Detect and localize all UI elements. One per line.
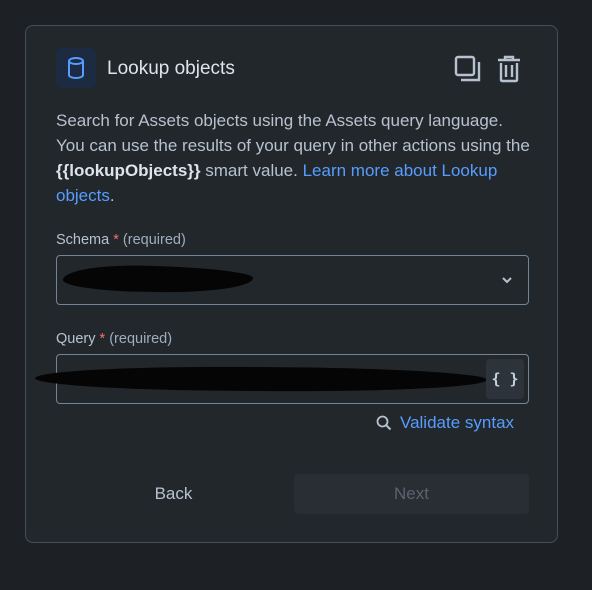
duplicate-button[interactable] [451, 52, 485, 86]
copy-icon [454, 55, 481, 82]
validate-syntax-button[interactable]: Validate syntax [376, 413, 514, 433]
delete-button[interactable] [492, 52, 526, 86]
required-asterisk: * [99, 331, 106, 347]
back-button[interactable]: Back [56, 474, 291, 514]
panel-title: Lookup objects [107, 58, 235, 79]
required-text: (required) [122, 232, 186, 248]
panel-header: Lookup objects [56, 48, 526, 90]
code-braces-icon: { } [491, 370, 519, 388]
database-icon [56, 48, 96, 88]
trash-icon [498, 55, 520, 83]
query-input[interactable]: { } [34, 354, 529, 404]
smart-value: {{lookupObjects}} [56, 161, 201, 180]
schema-label-text: Schema [56, 232, 110, 248]
required-asterisk: * [113, 232, 119, 248]
redacted-schema-value [62, 264, 254, 294]
next-button[interactable]: Next [294, 474, 529, 514]
description-text: Search for Assets objects using the Asse… [56, 108, 536, 208]
lookup-objects-panel: Lookup objects Search for Assets objects… [25, 25, 558, 543]
chevron-down-icon [502, 277, 512, 284]
next-button-label: Next [394, 484, 429, 503]
description-after: smart value. [200, 161, 303, 180]
schema-label: Schema * (required) [56, 232, 186, 248]
description-end: . [109, 186, 115, 205]
description-body: Search for Assets objects using the Asse… [56, 111, 530, 155]
query-label-text: Query [56, 331, 96, 347]
validate-syntax-label: Validate syntax [400, 413, 515, 432]
schema-select[interactable] [56, 255, 529, 305]
search-icon [376, 415, 392, 431]
required-text: (required) [109, 331, 173, 347]
back-button-label: Back [154, 484, 193, 503]
code-editor-button[interactable]: { } [486, 359, 524, 399]
query-label: Query * (required) [56, 331, 172, 347]
redacted-query-value [34, 365, 488, 393]
